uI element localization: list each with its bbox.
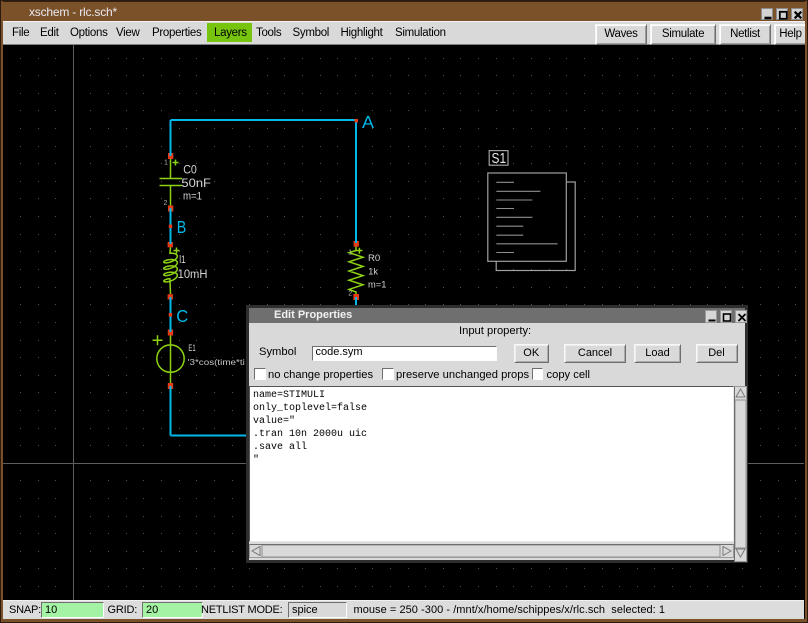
svg-text:B: B: [177, 217, 187, 237]
svg-text:m=1: m=1: [368, 280, 386, 291]
svg-text:1: 1: [164, 159, 168, 166]
svg-text:S1: S1: [492, 151, 507, 167]
svg-text:m=1: m=1: [183, 190, 202, 202]
svg-text:A: A: [362, 112, 374, 132]
svg-text:'3*cos(time*ti: '3*cos(time*ti: [188, 357, 245, 367]
svg-text:1k: 1k: [368, 266, 378, 277]
svg-text:E1: E1: [188, 343, 195, 353]
svg-text:C: C: [176, 306, 188, 326]
svg-text:2: 2: [348, 291, 352, 298]
svg-text:10mH: 10mH: [178, 269, 208, 281]
svg-text:50nF: 50nF: [181, 178, 211, 190]
svg-text:l1: l1: [179, 254, 186, 266]
svg-text:2: 2: [164, 200, 168, 207]
svg-text:R0: R0: [368, 253, 380, 264]
svg-text:C0: C0: [183, 164, 197, 176]
svg-text:1: 1: [348, 249, 352, 256]
